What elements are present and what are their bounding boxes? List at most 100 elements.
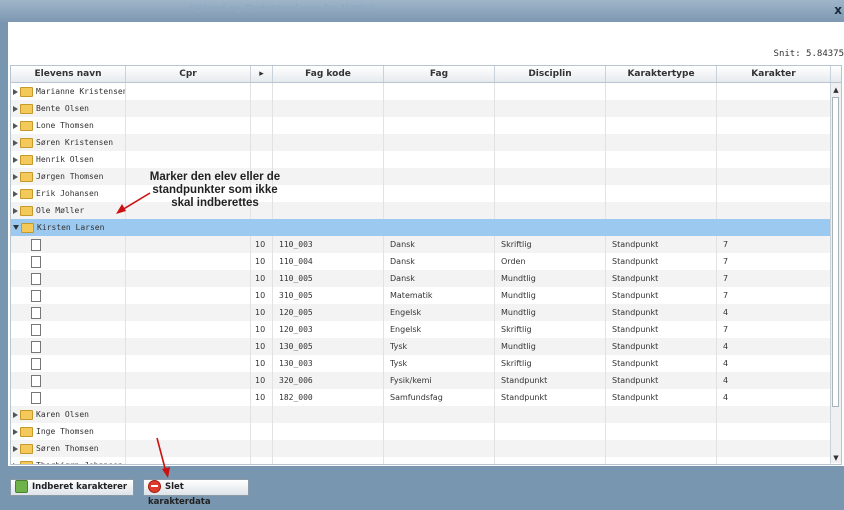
- grade-row[interactable]: 10 130_003 Tysk Skriftlig Standpunkt 4: [11, 355, 831, 372]
- column-header[interactable]: Karakter: [717, 66, 831, 82]
- grade-code-cell: 110_004: [273, 253, 384, 270]
- grade-row[interactable]: 10 130_005 Tysk Mundtlig Standpunkt 4: [11, 338, 831, 355]
- student-row[interactable]: Bente Olsen: [11, 100, 831, 117]
- grade-row[interactable]: 10 110_004 Dansk Orden Standpunkt 7: [11, 253, 831, 270]
- cell: [273, 151, 384, 168]
- student-row[interactable]: Søren Thomsen: [11, 440, 831, 457]
- column-header[interactable]: Fag: [384, 66, 495, 82]
- document-icon: [31, 307, 41, 319]
- student-name-cell[interactable]: Søren Kristensen: [11, 134, 126, 151]
- cell: [273, 100, 384, 117]
- grade-type-cell: Standpunkt: [606, 321, 717, 338]
- cell: [606, 100, 717, 117]
- scroll-thumb[interactable]: [832, 97, 839, 407]
- student-row[interactable]: Kirsten Larsen: [11, 219, 831, 236]
- vertical-scrollbar[interactable]: ▲ ▼: [830, 83, 841, 463]
- student-name-cell[interactable]: Henrik Olsen: [11, 151, 126, 168]
- column-header[interactable]: Karaktertype: [606, 66, 717, 82]
- close-icon[interactable]: x: [834, 3, 842, 17]
- expand-arrow-icon[interactable]: [13, 462, 18, 464]
- student-name-cell[interactable]: Marianne Kristensen: [11, 83, 126, 100]
- student-name: Inge Thomsen: [36, 427, 94, 436]
- delete-grades-button[interactable]: Slet karakterdata: [143, 479, 249, 507]
- grade-type-cell: Standpunkt: [606, 287, 717, 304]
- student-name-cell[interactable]: Jørgen Thomsen: [11, 168, 126, 185]
- grade-row[interactable]: 10 120_003 Engelsk Skriftlig Standpunkt 7: [11, 321, 831, 338]
- cell: [126, 83, 251, 100]
- student-name-cell[interactable]: Bente Olsen: [11, 100, 126, 117]
- grade-row[interactable]: 10 310_005 Matematik Mundtlig Standpunkt 7: [11, 287, 831, 304]
- student-row[interactable]: Marianne Kristensen: [11, 83, 831, 100]
- grade-level-cell: 10: [251, 355, 273, 372]
- student-name: Karen Olsen: [36, 410, 89, 419]
- student-name-cell[interactable]: Thorbjørn Johansen: [11, 457, 126, 464]
- cpr-cell: [126, 372, 251, 389]
- grade-grade-cell: 4: [717, 304, 831, 321]
- student-name-cell[interactable]: Ole Møller: [11, 202, 126, 219]
- student-name: Ole Møller: [36, 206, 85, 215]
- scroll-down-icon[interactable]: ▼: [831, 453, 841, 463]
- expand-arrow-icon[interactable]: [13, 88, 18, 95]
- folder-icon: [20, 426, 33, 437]
- expand-arrow-icon[interactable]: [13, 105, 18, 112]
- scroll-up-icon[interactable]: ▲: [831, 85, 841, 95]
- grade-doc-cell: [11, 270, 126, 287]
- grade-doc-cell: [11, 389, 126, 406]
- report-grades-label: Indberet karakterer: [32, 482, 128, 492]
- column-header[interactable]: Cpr: [126, 66, 251, 82]
- grade-subject-cell: Dansk: [384, 270, 495, 287]
- student-name: Thorbjørn Johansen: [36, 461, 123, 464]
- student-row[interactable]: Karen Olsen: [11, 406, 831, 423]
- grade-row[interactable]: 10 110_005 Dansk Mundtlig Standpunkt 7: [11, 270, 831, 287]
- student-row[interactable]: Jørgen Thomsen: [11, 168, 831, 185]
- cell: [384, 185, 495, 202]
- grade-type-cell: Standpunkt: [606, 253, 717, 270]
- cell: [606, 168, 717, 185]
- student-name-cell[interactable]: Kirsten Larsen: [11, 219, 831, 236]
- cell: [273, 134, 384, 151]
- expand-arrow-icon[interactable]: [13, 190, 18, 197]
- expand-arrow-icon[interactable]: [13, 139, 18, 146]
- expand-arrow-icon[interactable]: [13, 207, 18, 214]
- student-row[interactable]: Thorbjørn Johansen: [11, 457, 831, 464]
- student-name-cell[interactable]: Karen Olsen: [11, 406, 126, 423]
- student-row[interactable]: Søren Kristensen: [11, 134, 831, 151]
- student-row[interactable]: Ole Møller: [11, 202, 831, 219]
- student-name-cell[interactable]: Søren Thomsen: [11, 440, 126, 457]
- report-grades-button[interactable]: Indberet karakterer: [10, 479, 134, 496]
- grade-code-cell: 120_003: [273, 321, 384, 338]
- collapse-arrow-icon[interactable]: [13, 225, 19, 230]
- expand-arrow-icon[interactable]: [13, 411, 18, 418]
- grade-code-cell: 320_006: [273, 372, 384, 389]
- student-name-cell[interactable]: Inge Thomsen: [11, 423, 126, 440]
- grade-row[interactable]: 10 120_005 Engelsk Mundtlig Standpunkt 4: [11, 304, 831, 321]
- cell: [717, 202, 831, 219]
- cell: [251, 423, 273, 440]
- column-header[interactable]: Elevens navn: [11, 66, 126, 82]
- expand-arrow-icon[interactable]: [13, 173, 18, 180]
- grade-row[interactable]: 10 320_006 Fysik/kemi Standpunkt Standpunkt 4: [11, 372, 831, 389]
- cell: [495, 457, 606, 464]
- column-header[interactable]: Disciplin: [495, 66, 606, 82]
- grade-type-cell: Standpunkt: [606, 355, 717, 372]
- student-name-cell[interactable]: Erik Johansen: [11, 185, 126, 202]
- expand-arrow-icon[interactable]: [13, 122, 18, 129]
- grade-subject-cell: Matematik: [384, 287, 495, 304]
- student-row[interactable]: Henrik Olsen: [11, 151, 831, 168]
- grade-row[interactable]: 10 182_000 Samfundsfag Standpunkt Standpunkt…: [11, 389, 831, 406]
- cell: [384, 457, 495, 464]
- cell: [495, 406, 606, 423]
- expand-arrow-icon[interactable]: [13, 445, 18, 452]
- expand-arrow-icon[interactable]: [13, 428, 18, 435]
- student-row[interactable]: Inge Thomsen: [11, 423, 831, 440]
- column-header[interactable]: Fag kode: [273, 66, 384, 82]
- student-row[interactable]: Erik Johansen: [11, 185, 831, 202]
- grid-rows: Marianne Kristensen Bente Olsen Lone Thoms…: [11, 83, 831, 464]
- student-name-cell[interactable]: Lone Thomsen: [11, 117, 126, 134]
- grade-level-cell: 10: [251, 253, 273, 270]
- student-name: Kirsten Larsen: [37, 223, 105, 232]
- grade-row[interactable]: 10 110_003 Dansk Skriftlig Standpunkt 7: [11, 236, 831, 253]
- student-row[interactable]: Lone Thomsen: [11, 117, 831, 134]
- expand-arrow-icon[interactable]: [13, 156, 18, 163]
- column-header[interactable]: ▸: [251, 66, 273, 82]
